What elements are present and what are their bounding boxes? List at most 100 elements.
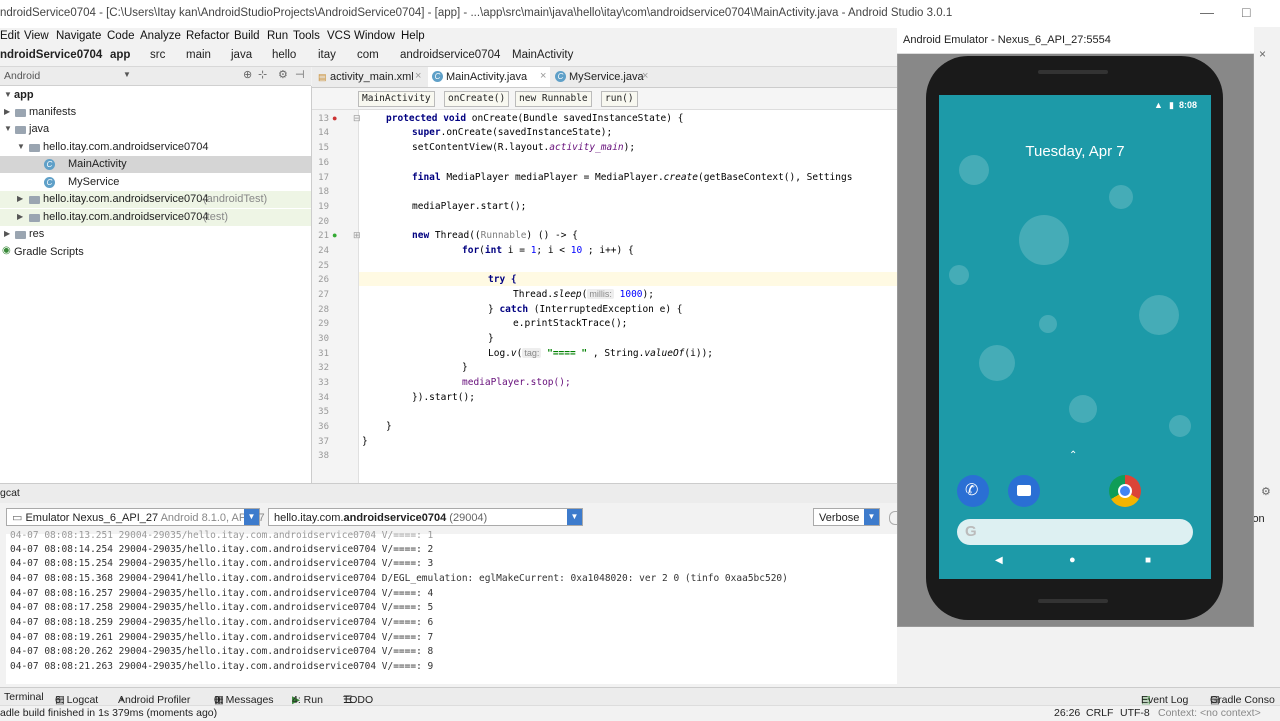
menu-navigate[interactable]: Navigate	[56, 30, 101, 42]
nav-mainactivity[interactable]: MainActivity	[512, 49, 573, 61]
nav-java[interactable]: java	[231, 49, 252, 61]
chrome-app-icon[interactable]	[1109, 475, 1141, 507]
messages-app-icon[interactable]	[1008, 475, 1040, 507]
caret-position[interactable]: 26:26	[1054, 707, 1080, 719]
menu-bar: Edit View Navigate Code Analyze Refactor…	[0, 28, 900, 46]
collapsed-arrow-icon: ▶	[17, 194, 24, 203]
file-encoding[interactable]: UTF-8	[1120, 707, 1150, 719]
menu-tools[interactable]: Tools	[293, 30, 320, 42]
back-button[interactable]: ◀	[995, 555, 1003, 566]
fold-icon[interactable]: ⊟	[353, 113, 361, 124]
log-level-selector[interactable]: Verbose ▼	[813, 508, 880, 526]
line-number: 24	[318, 246, 329, 256]
tool-terminal[interactable]: Terminal	[4, 691, 44, 703]
tree-item-androidtest[interactable]: ▶ hello.itay.com.androidservice0704 (and…	[0, 191, 311, 208]
close-icon[interactable]: ×	[1259, 47, 1266, 61]
nav-main[interactable]: main	[186, 49, 211, 61]
menu-analyze[interactable]: Analyze	[140, 30, 181, 42]
recents-button[interactable]: ■	[1145, 555, 1151, 566]
nav-itay[interactable]: itay	[318, 49, 336, 61]
crumb-run[interactable]: run()	[601, 91, 638, 107]
fold-icon[interactable]: ⊞	[353, 230, 361, 241]
gear-icon[interactable]: ⚙	[1261, 485, 1271, 498]
chrome-center-icon	[1118, 484, 1132, 498]
wallpaper-bokeh	[1069, 395, 1097, 423]
line-number: 25	[318, 261, 329, 271]
chevron-up-icon[interactable]: ⌃	[1069, 450, 1077, 461]
status-message: adle build finished in 1s 379ms (moments…	[0, 707, 218, 719]
tree-item-test[interactable]: ▶ hello.itay.com.androidservice0704 (tes…	[0, 209, 311, 226]
lambda-marker-icon[interactable]: ●	[332, 230, 337, 240]
nav-src[interactable]: src	[150, 49, 165, 61]
lockscreen-date: Tuesday, Apr 7	[1025, 143, 1125, 160]
maximize-button[interactable]: □	[1242, 4, 1250, 20]
nav-com[interactable]: com	[357, 49, 379, 61]
tree-item-app[interactable]: ▼ app	[0, 87, 311, 104]
line-separator[interactable]: CRLF	[1086, 707, 1113, 719]
menu-help[interactable]: Help	[401, 30, 425, 42]
nav-package[interactable]: androidservice0704	[400, 49, 500, 61]
phone-screen[interactable]: ▲ ▮ 8:08 Tuesday, Apr 7 ⌃ ✆ G ◀ ● ■	[939, 95, 1211, 579]
menu-code[interactable]: Code	[107, 30, 135, 42]
line-number: 21	[318, 231, 329, 241]
phone-app-icon[interactable]: ✆	[957, 475, 989, 507]
nav-app[interactable]: app	[110, 49, 130, 61]
line-number: 33	[318, 378, 329, 388]
collapsed-arrow-icon: ▶	[4, 107, 11, 116]
google-search-bar[interactable]: G	[957, 519, 1193, 545]
close-icon[interactable]: ×	[642, 70, 648, 82]
editor-tabs: ▤ activity_main.xml × C MainActivity.jav…	[312, 67, 897, 88]
wallpaper-bokeh	[1019, 215, 1069, 265]
gear-icon[interactable]: ⚙	[278, 68, 288, 81]
crumb-new-runnable[interactable]: new Runnable	[515, 91, 592, 107]
menu-run[interactable]: Run	[267, 30, 288, 42]
close-icon[interactable]: ×	[540, 70, 546, 82]
line-number: 32	[318, 363, 329, 373]
tree-item-manifests[interactable]: ▶ manifests	[0, 104, 311, 121]
package-icon	[29, 195, 40, 207]
line-number: 15	[318, 143, 329, 153]
menu-edit[interactable]: Edit	[0, 30, 20, 42]
tree-item-myservice[interactable]: C MyService	[0, 174, 311, 191]
process-selector[interactable]: hello.itay.com.androidservice0704 (29004…	[268, 508, 583, 526]
nav-hello[interactable]: hello	[272, 49, 296, 61]
chevron-down-icon[interactable]: ▼	[123, 70, 131, 79]
device-selector[interactable]: ▭ Emulator Nexus_6_API_27 Android 8.1.0,…	[6, 508, 265, 526]
code-line-21: new Thread((Runnable) () -> {	[412, 230, 578, 241]
code-line-13: protected void onCreate(Bundle savedInst…	[386, 113, 684, 124]
wallpaper-bokeh	[1039, 315, 1057, 333]
close-icon[interactable]: ×	[415, 70, 421, 82]
minimize-button[interactable]: —	[1200, 4, 1214, 20]
project-view-selector[interactable]: Android	[4, 70, 40, 82]
xml-file-icon: ▤	[318, 72, 327, 82]
menu-build[interactable]: Build	[234, 30, 260, 42]
nav-project[interactable]: ndroidService0704	[0, 49, 102, 61]
collapsed-arrow-icon: ▶	[4, 229, 11, 238]
tab-myservice-java[interactable]: C MyService.java ×	[551, 67, 653, 87]
tree-item-java[interactable]: ▼ java	[0, 121, 311, 138]
menu-vcs[interactable]: VCS	[327, 30, 351, 42]
code-line-33: mediaPlayer.stop();	[462, 377, 571, 388]
menu-window[interactable]: Window	[354, 30, 395, 42]
override-marker-icon[interactable]: ●	[332, 113, 337, 123]
tab-mainactivity-java[interactable]: C MainActivity.java ×	[428, 67, 550, 87]
collapse-icon[interactable]: ⊹	[258, 68, 267, 81]
tree-item-mainactivity[interactable]: C MainActivity	[0, 156, 311, 173]
menu-view[interactable]: View	[24, 30, 49, 42]
crumb-mainactivity[interactable]: MainActivity	[358, 91, 435, 107]
crumb-oncreate[interactable]: onCreate()	[444, 91, 510, 107]
home-button[interactable]: ●	[1069, 554, 1076, 566]
tab-activity-main-xml[interactable]: ▤ activity_main.xml ×	[312, 67, 427, 87]
speaker-grille	[1038, 599, 1108, 603]
hide-icon[interactable]: ⊣	[295, 68, 305, 81]
code-line-27: Thread.sleep(millis: 1000);	[513, 289, 654, 300]
tree-item-res[interactable]: ▶ res	[0, 226, 311, 243]
code-line-32: }	[462, 362, 468, 373]
tree-item-package[interactable]: ▼ hello.itay.com.androidservice0704	[0, 139, 311, 156]
menu-refactor[interactable]: Refactor	[186, 30, 229, 42]
sync-icon[interactable]: ⊕	[243, 68, 252, 81]
line-number: 36	[318, 422, 329, 432]
tree-item-gradle-scripts[interactable]: ◉ Gradle Scripts	[0, 244, 311, 261]
line-number: 14	[318, 128, 329, 138]
code-line-24: for(int i = 1; i < 10 ; i++) {	[462, 245, 634, 256]
